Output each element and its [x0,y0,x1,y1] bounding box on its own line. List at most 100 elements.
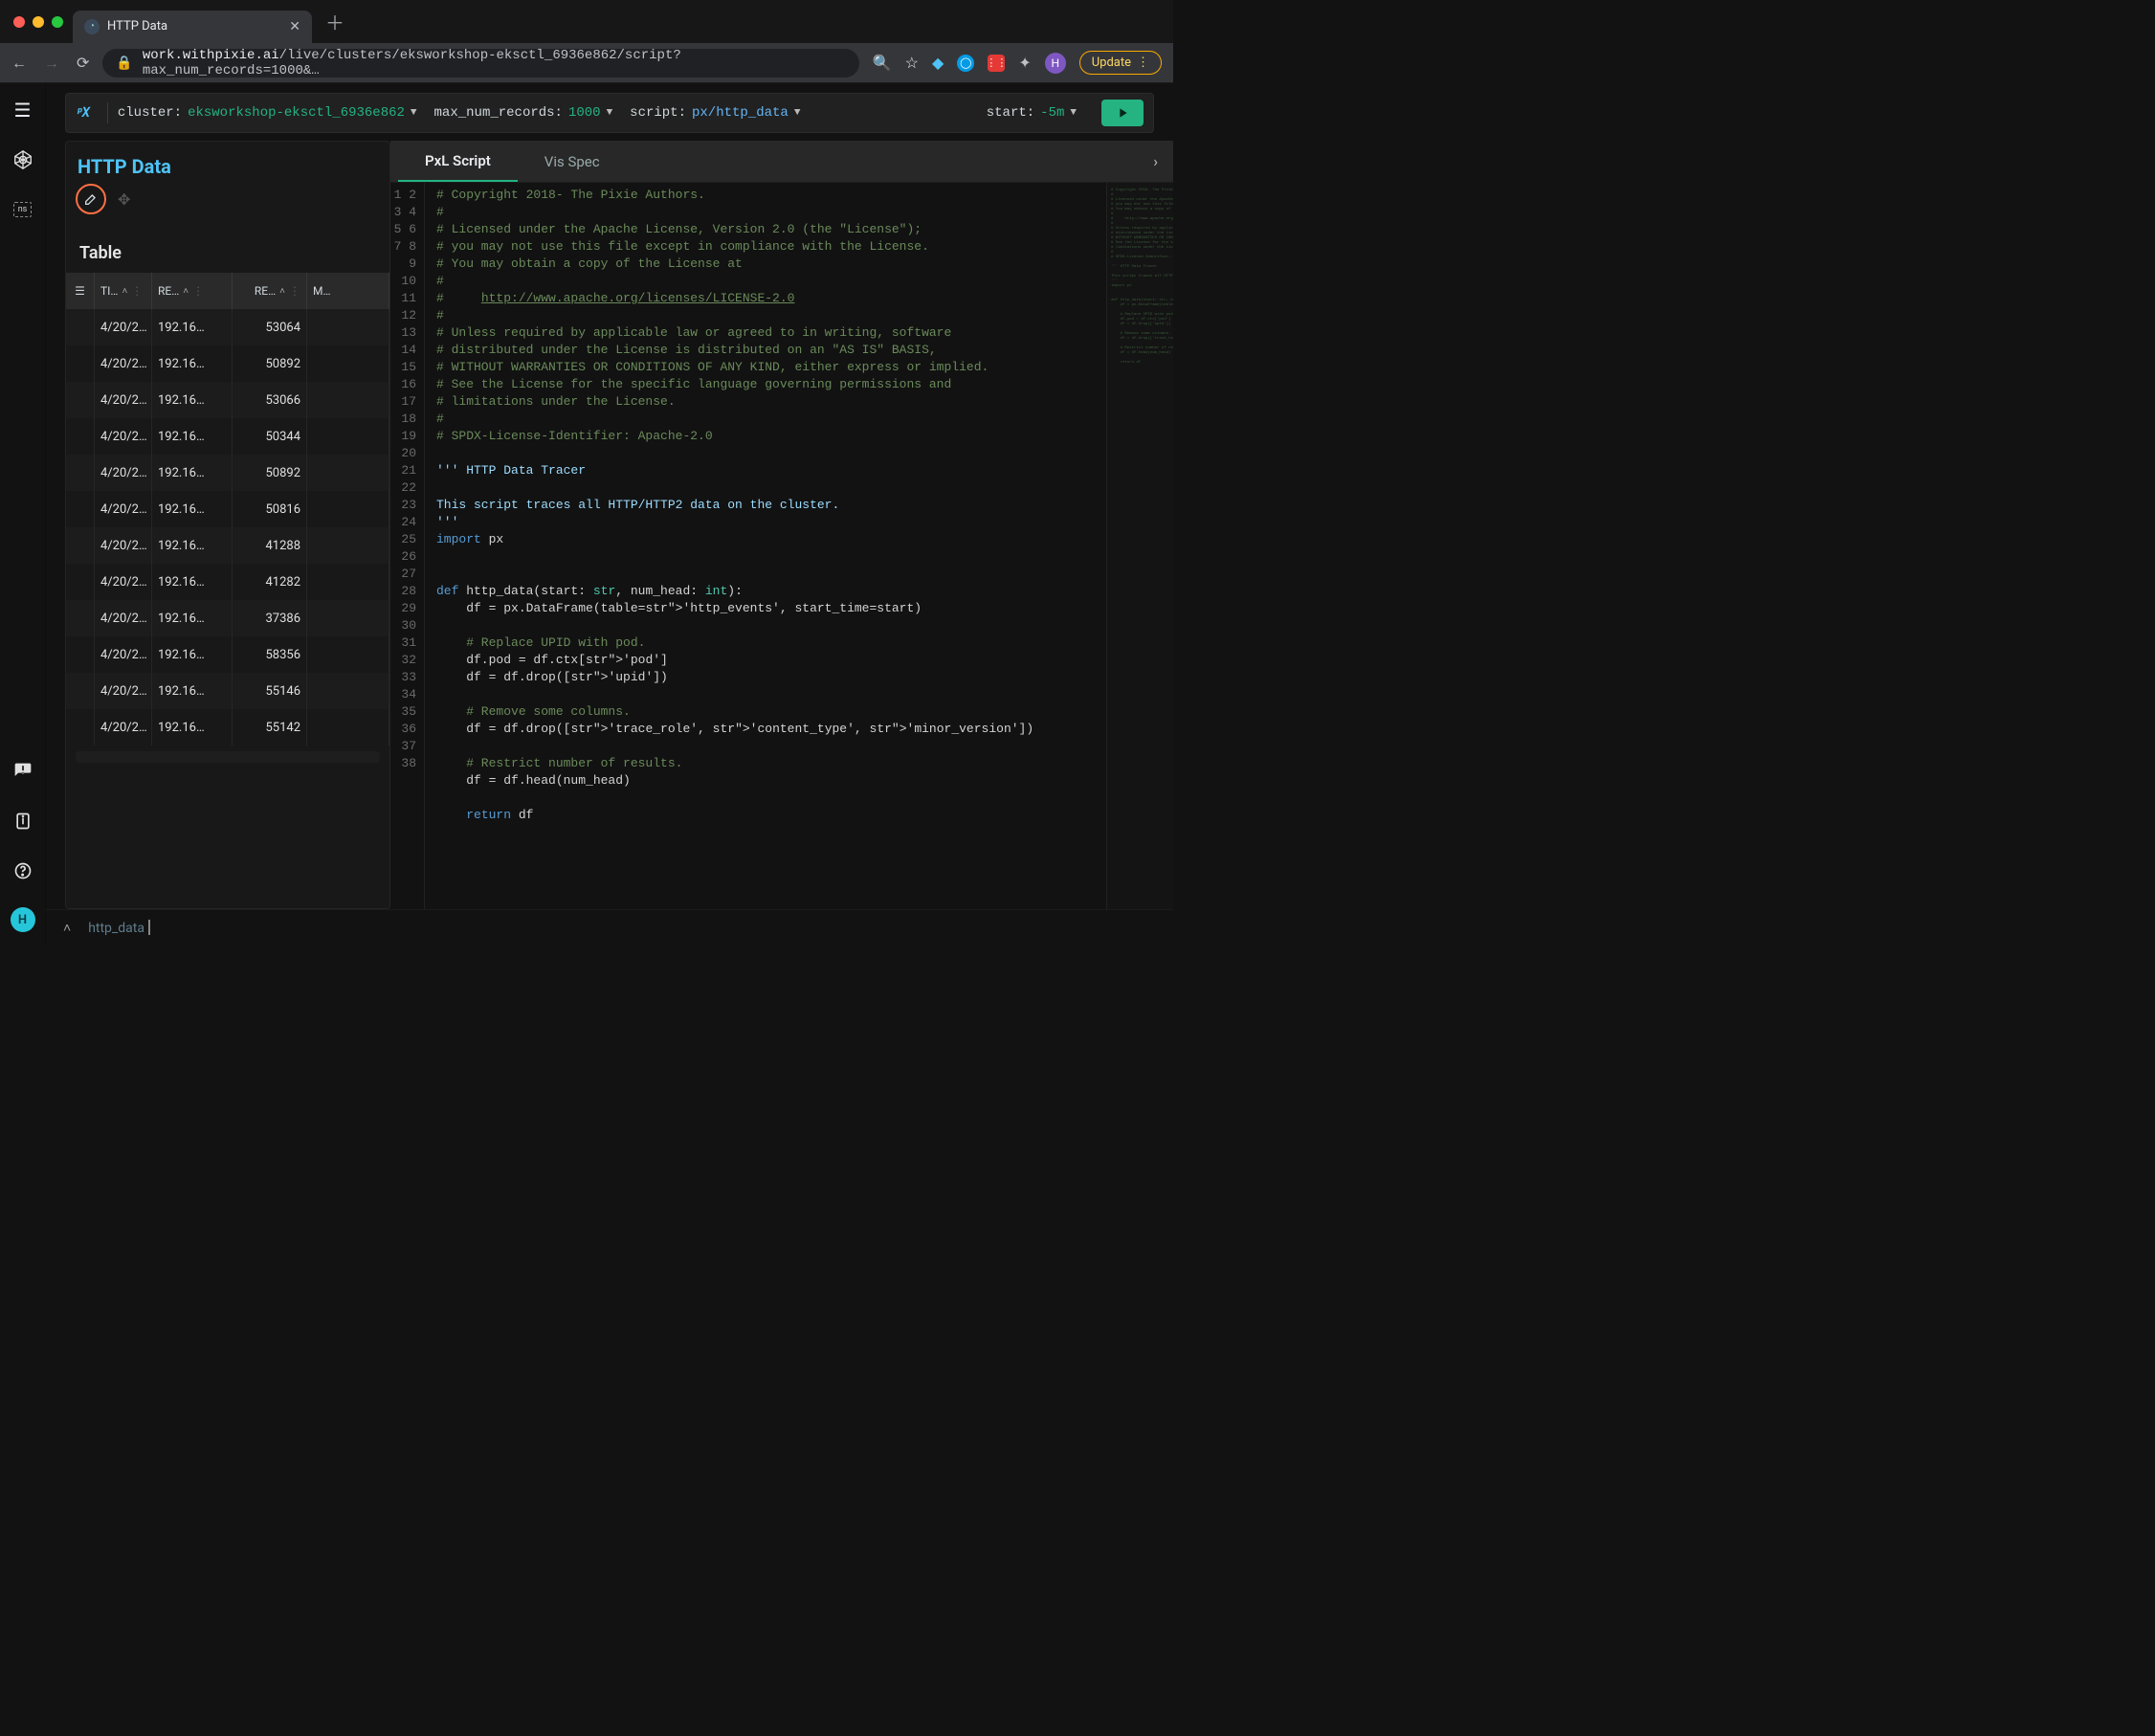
edit-script-button[interactable] [76,184,106,214]
table-row[interactable]: 4/20/2…192.16…53066 [66,382,389,418]
cell-time: 4/20/2… [95,709,152,746]
window-controls [13,16,63,28]
column-header-time[interactable]: TI…˄⋮ [95,273,152,309]
row-handle [66,491,95,527]
tab-vis-spec[interactable]: Vis Spec [518,141,627,182]
cluster-label: cluster: [118,105,182,121]
bottom-script-name[interactable]: http_data [88,920,150,936]
sort-asc-icon: ˄ [279,286,285,297]
browser-profile-avatar[interactable]: H [1045,53,1066,74]
bookmark-star-icon[interactable]: ☆ [905,54,919,72]
cell-remote-port: 53066 [233,382,307,418]
pixie-logo-icon[interactable]: ᵖX [75,105,90,121]
param-max-records[interactable]: max_num_records: 1000 ▼ [434,105,613,121]
extension-circle-icon[interactable]: ◯ [957,55,974,72]
cell-extra [307,491,389,527]
extension-red-icon[interactable]: ⋮⋮ [988,55,1005,72]
help-icon[interactable] [10,857,36,884]
tab-pxl-script[interactable]: PxL Script [398,141,518,182]
hamburger-menu-icon[interactable]: ☰ [10,97,36,123]
cell-time: 4/20/2… [95,564,152,600]
drag-handle-icon[interactable]: ✥ [118,190,130,209]
code-editor[interactable]: 1 2 3 4 5 6 7 8 9 10 11 12 13 14 15 16 1… [390,183,1173,909]
editor-gutter: 1 2 3 4 5 6 7 8 9 10 11 12 13 14 15 16 1… [390,183,425,909]
column-header-extra[interactable]: M… [307,273,389,309]
url-domain: work.withpixie.ai [143,48,279,63]
nav-reload-icon[interactable]: ⟳ [77,54,89,72]
minimize-window-icon[interactable] [33,16,44,28]
column-menu-button[interactable]: ☰ [66,273,95,309]
cell-remote-port: 41288 [233,527,307,564]
user-avatar[interactable]: H [11,907,35,932]
cell-time: 4/20/2… [95,527,152,564]
cell-remote-port: 50892 [233,455,307,491]
cell-extra [307,382,389,418]
table-row[interactable]: 4/20/2…192.16…55142 [66,709,389,746]
cell-remote-port: 50892 [233,345,307,382]
chevron-up-icon[interactable]: ˄ [63,920,71,936]
param-start[interactable]: start: -5m ▼ [987,105,1077,121]
table-body[interactable]: 4/20/2…192.16…530644/20/2…192.16…508924/… [66,309,389,746]
run-script-button[interactable] [1101,100,1144,126]
cell-remote-addr: 192.16… [152,527,233,564]
horizontal-scrollbar[interactable] [76,751,380,763]
row-handle [66,564,95,600]
table-row[interactable]: 4/20/2…192.16…55146 [66,673,389,709]
cluster-value: eksworkshop-eksctl_6936e862 [188,105,405,121]
table-row[interactable]: 4/20/2…192.16…50344 [66,418,389,455]
table-row[interactable]: 4/20/2…192.16…37386 [66,600,389,636]
new-tab-button[interactable]: ＋ [325,8,344,35]
omnibox-search-icon[interactable]: 🔍 [873,54,892,72]
column-header-remote-addr[interactable]: RE…˄⋮ [152,273,233,309]
cell-remote-addr: 192.16… [152,564,233,600]
extensions-puzzle-icon[interactable]: ✦ [1018,54,1031,72]
table-row[interactable]: 4/20/2…192.16…53064 [66,309,389,345]
table-row[interactable]: 4/20/2…192.16…41282 [66,564,389,600]
table-label: Table [66,224,389,273]
cell-extra [307,527,389,564]
browser-update-button[interactable]: Update ⋮ [1079,51,1162,75]
close-window-icon[interactable] [13,16,25,28]
row-handle [66,345,95,382]
param-script[interactable]: script: px/http_data ▼ [630,105,800,121]
cell-remote-addr: 192.16… [152,491,233,527]
start-label: start: [987,105,1034,121]
table-row[interactable]: 4/20/2…192.16…41288 [66,527,389,564]
column-header-remote-port[interactable]: RE…˄⋮ [233,273,307,309]
cell-remote-addr: 192.16… [152,673,233,709]
param-cluster[interactable]: cluster: eksworkshop-eksctl_6936e862 ▼ [118,105,417,121]
cell-time: 4/20/2… [95,382,152,418]
cell-time: 4/20/2… [95,455,152,491]
address-bar[interactable]: 🔒 work.withpixie.ai/live/clusters/ekswor… [102,49,858,78]
announcement-icon[interactable] [10,758,36,785]
lock-icon: 🔒 [116,56,132,71]
chevron-down-icon: ▼ [794,107,801,119]
cell-time: 4/20/2… [95,600,152,636]
cell-time: 4/20/2… [95,309,152,345]
editor-minimap[interactable]: # Copyright 2018- The Pixie Authors. # #… [1106,183,1173,909]
cell-remote-addr: 192.16… [152,418,233,455]
cell-extra [307,455,389,491]
chevron-right-icon[interactable]: › [1145,152,1166,170]
cell-remote-port: 41282 [233,564,307,600]
editor-panel: PxL Script Vis Spec › 1 2 3 4 5 6 7 8 9 … [390,141,1173,909]
table-row[interactable]: 4/20/2…192.16…50892 [66,345,389,382]
extension-gem-icon[interactable]: ◆ [932,54,944,72]
row-handle [66,709,95,746]
table-row[interactable]: 4/20/2…192.16…50892 [66,455,389,491]
script-label: script: [630,105,686,121]
table-row[interactable]: 4/20/2…192.16…58356 [66,636,389,673]
table-row[interactable]: 4/20/2…192.16…50816 [66,491,389,527]
namespace-icon[interactable]: ns [10,196,36,223]
close-tab-icon[interactable]: ✕ [289,19,300,34]
row-handle [66,673,95,709]
panel-title: HTTP Data [66,142,389,184]
editor-code-area[interactable]: # Copyright 2018- The Pixie Authors.## L… [425,183,1106,909]
nav-back-icon[interactable]: ← [11,54,27,73]
maximize-window-icon[interactable] [52,16,63,28]
browser-tab[interactable]: ◔ HTTP Data ✕ [73,11,312,43]
docs-icon[interactable] [10,808,36,835]
params-bar: ᵖX cluster: eksworkshop-eksctl_6936e862 … [65,93,1154,133]
kubernetes-wheel-icon[interactable] [10,146,36,173]
cell-remote-addr: 192.16… [152,382,233,418]
